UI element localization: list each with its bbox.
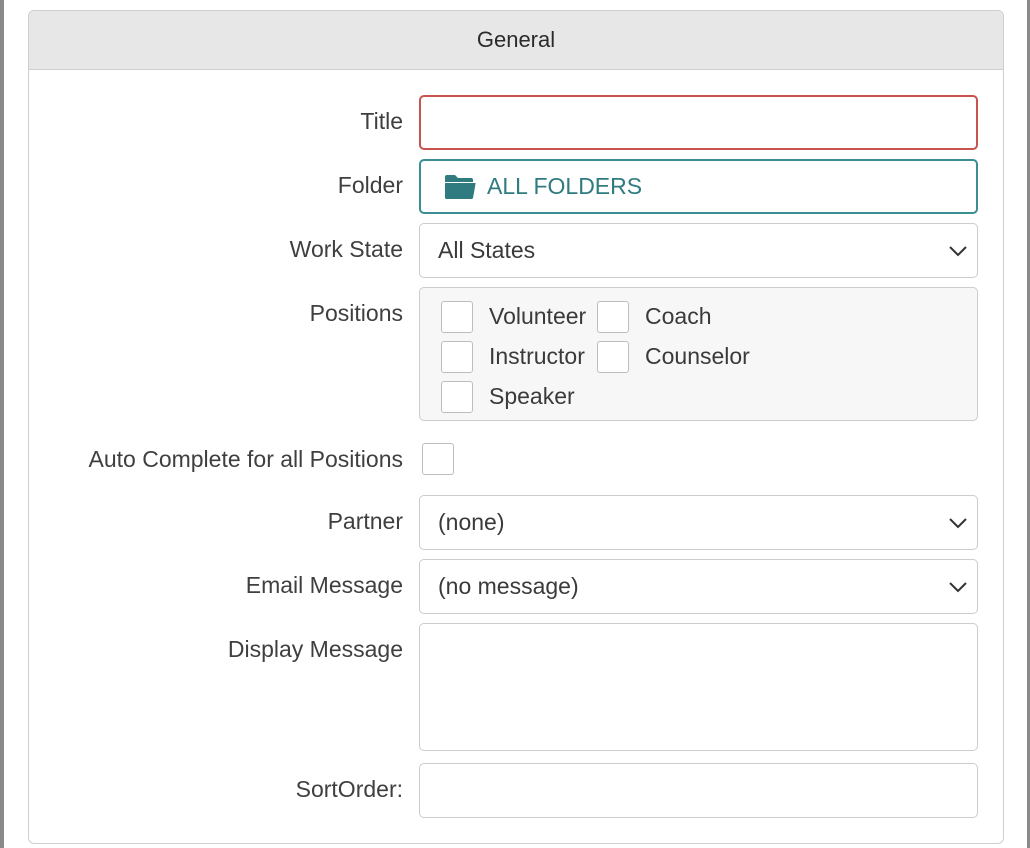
chevron-down-icon — [949, 518, 967, 529]
volunteer-label: Volunteer — [489, 303, 587, 329]
chevron-down-icon — [949, 582, 967, 593]
counselor-checkbox[interactable] — [597, 341, 629, 373]
counselor-label: Counselor — [645, 343, 750, 369]
display-message-label: Display Message — [227, 636, 403, 662]
volunteer-checkbox[interactable] — [441, 301, 473, 333]
folder-label: Folder — [337, 172, 403, 198]
email-message-value: (no message) — [438, 573, 579, 599]
auto-complete-label: Auto Complete for all Positions — [88, 446, 404, 472]
coach-checkbox[interactable] — [597, 301, 629, 333]
instructor-label: Instructor — [489, 343, 585, 369]
positions-label: Positions — [309, 300, 403, 326]
email-message-select[interactable]: (no message) — [419, 559, 978, 614]
speaker-checkbox[interactable] — [441, 381, 473, 413]
sort-order-input[interactable] — [419, 763, 978, 818]
sort-order-label: SortOrder: — [295, 776, 403, 802]
folder-value: ALL FOLDERS — [487, 173, 643, 199]
instructor-checkbox[interactable] — [441, 341, 473, 373]
partner-label: Partner — [327, 508, 403, 534]
folder-picker-button[interactable]: ALL FOLDERS — [419, 159, 978, 214]
coach-label: Coach — [645, 303, 712, 329]
title-input[interactable] — [419, 95, 978, 150]
work-state-select[interactable]: All States — [419, 223, 978, 278]
panel-title: General — [476, 27, 556, 52]
display-message-textarea[interactable] — [419, 623, 978, 751]
work-state-value: All States — [438, 237, 536, 263]
chevron-down-icon — [949, 246, 967, 257]
work-state-label: Work State — [289, 236, 403, 262]
partner-value: (none) — [438, 509, 505, 535]
window-edge-left — [0, 0, 4, 848]
panel-header: General — [29, 11, 1003, 70]
email-message-label: Email Message — [245, 572, 403, 598]
partner-select[interactable]: (none) — [419, 495, 978, 550]
speaker-label: Speaker — [489, 383, 575, 409]
title-label: Title — [360, 108, 403, 134]
positions-group: Volunteer Coach Instructor Counselor Spe… — [419, 287, 978, 421]
auto-complete-checkbox[interactable] — [422, 443, 454, 475]
folder-icon — [445, 174, 476, 199]
general-panel: General Title Folder ALL FOLDERS Work St… — [28, 10, 1004, 844]
